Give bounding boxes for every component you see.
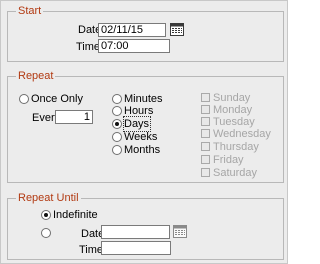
start-time-label: Time <box>76 41 101 53</box>
calendar-icon[interactable] <box>170 23 184 36</box>
weeks-label: Weeks <box>124 131 158 143</box>
days-label: Days <box>122 116 152 132</box>
until-date-input[interactable] <box>101 225 170 239</box>
wednesday-checkbox[interactable] <box>201 129 210 138</box>
start-time-input[interactable] <box>98 39 170 53</box>
days-radio[interactable] <box>112 119 122 129</box>
friday-label: Friday <box>213 154 244 166</box>
schedule-panel: Start Date Time Repeat Once Only Every M… <box>0 0 288 264</box>
until-date-radio[interactable] <box>41 228 51 238</box>
months-label: Months <box>124 144 161 156</box>
months-radio[interactable] <box>112 145 122 155</box>
monday-checkbox[interactable] <box>201 105 210 114</box>
once-only-label: Once Only <box>31 93 83 105</box>
start-date-input[interactable] <box>98 23 166 37</box>
indefinite-radio[interactable] <box>41 210 51 220</box>
once-only-radio[interactable] <box>19 94 29 104</box>
friday-checkbox[interactable] <box>201 155 210 164</box>
hours-label: Hours <box>124 105 154 117</box>
thursday-label: Thursday <box>213 141 259 153</box>
hours-radio[interactable] <box>112 106 122 116</box>
indefinite-label: Indefinite <box>53 209 98 221</box>
saturday-checkbox[interactable] <box>201 168 210 177</box>
sunday-checkbox[interactable] <box>201 93 210 102</box>
wednesday-label: Wednesday <box>213 128 271 140</box>
weeks-radio[interactable] <box>112 132 122 142</box>
repeat-until-legend: Repeat Until <box>16 191 81 205</box>
calendar-icon[interactable] <box>173 225 187 238</box>
start-legend: Start <box>16 4 44 18</box>
thursday-checkbox[interactable] <box>201 142 210 151</box>
saturday-label: Saturday <box>213 167 258 179</box>
minutes-radio[interactable] <box>112 94 122 104</box>
until-time-input[interactable] <box>101 241 171 255</box>
until-time-label: Time <box>79 244 104 256</box>
repeat-legend: Repeat <box>16 69 56 83</box>
tuesday-checkbox[interactable] <box>201 117 210 126</box>
every-input[interactable] <box>55 110 93 124</box>
